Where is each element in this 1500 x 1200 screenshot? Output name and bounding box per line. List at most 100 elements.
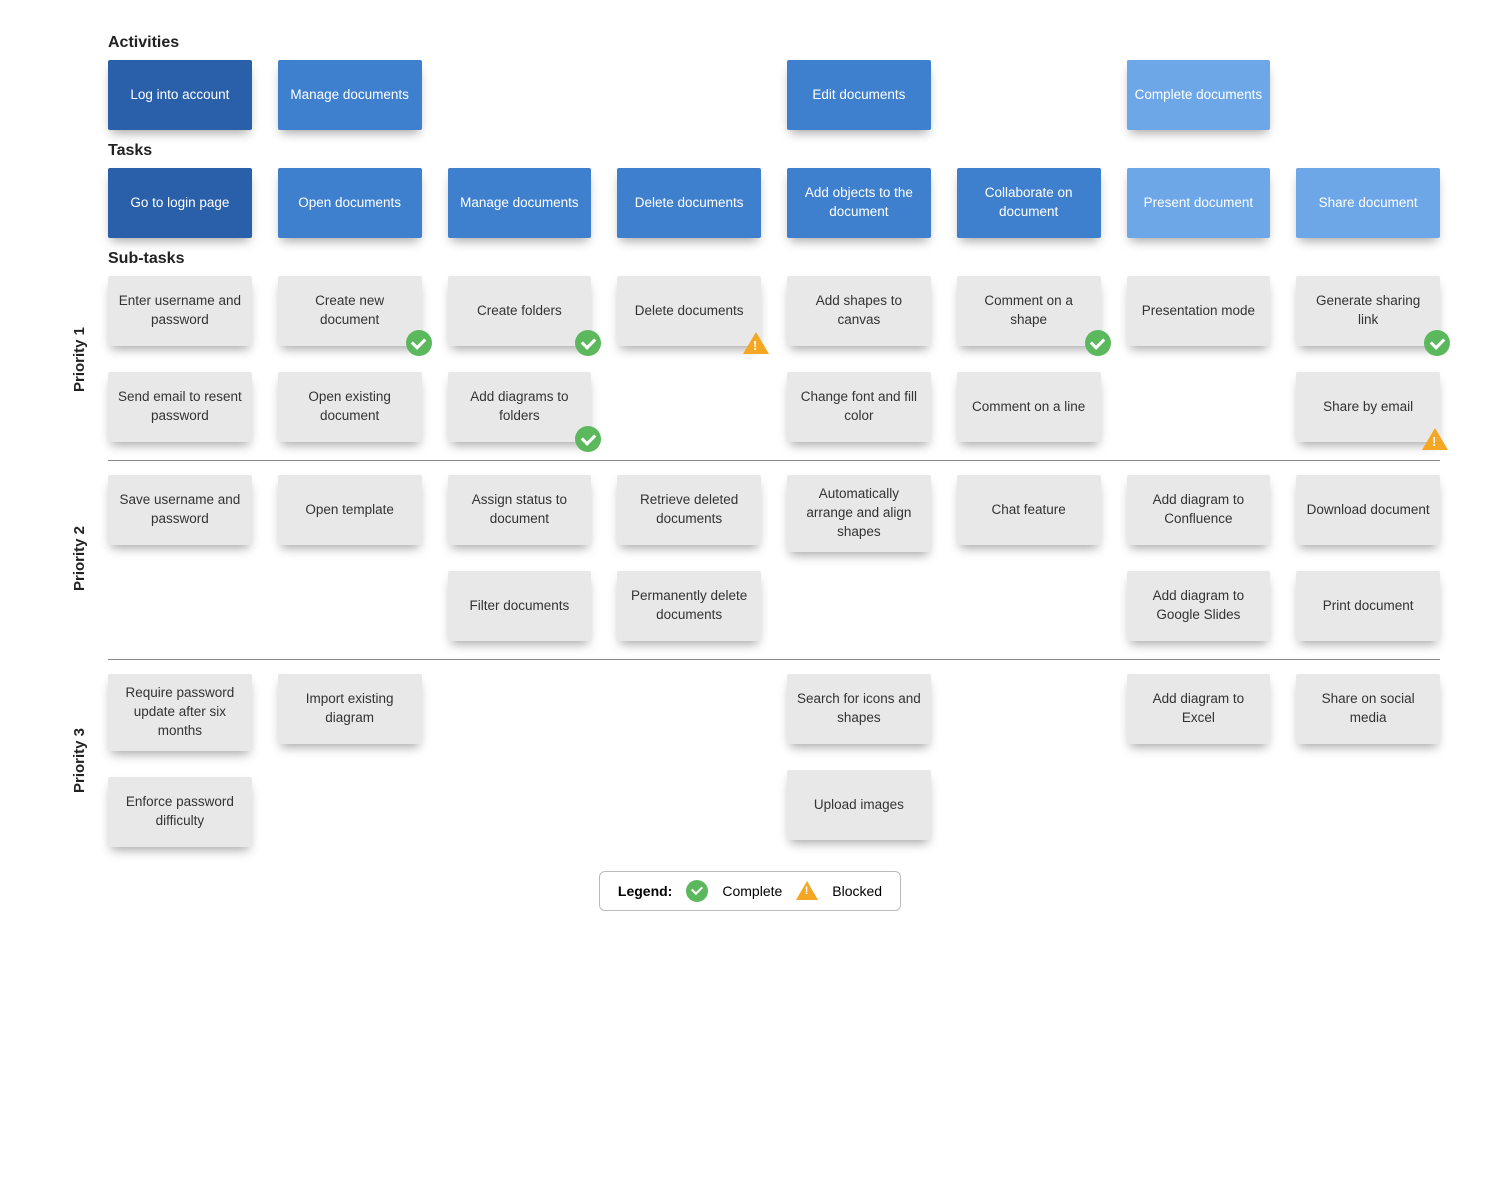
story-card[interactable]: Retrieve deleted documents <box>617 475 761 545</box>
story-card[interactable]: Go to login page <box>108 168 252 238</box>
card-label: Generate sharing link <box>1304 292 1432 330</box>
card-label: Create folders <box>477 302 562 321</box>
story-card[interactable]: Add diagram to Confluence <box>1127 475 1271 545</box>
card-label: Share document <box>1319 194 1418 213</box>
card-label: Filter documents <box>469 597 569 616</box>
story-card[interactable]: Create new document <box>278 276 422 346</box>
story-card[interactable]: Share document <box>1296 168 1440 238</box>
card-label: Present document <box>1144 194 1254 213</box>
priority-label: Priority 3 <box>72 728 89 793</box>
story-card[interactable]: Enter username and password <box>108 276 252 346</box>
story-card[interactable]: Search for icons and shapes <box>787 674 931 744</box>
check-icon <box>575 426 601 452</box>
priority-label: Priority 1 <box>72 326 89 391</box>
story-card[interactable]: Manage documents <box>448 168 592 238</box>
story-card[interactable]: Filter documents <box>448 571 592 641</box>
card-label: Open documents <box>298 194 401 213</box>
story-card[interactable]: Share on social media <box>1296 674 1440 744</box>
story-card[interactable]: Add diagram to Excel <box>1127 674 1271 744</box>
story-card[interactable]: Presentation mode <box>1127 276 1271 346</box>
card-label: Enter username and password <box>116 292 244 330</box>
card-label: Add diagram to Google Slides <box>1135 587 1263 625</box>
story-card[interactable]: Share by email <box>1296 372 1440 442</box>
subtasks-heading: Sub-tasks <box>108 250 1440 268</box>
activities-row: Log into account Manage documents Edit doc… <box>60 60 1440 130</box>
card-label: Add diagram to Confluence <box>1135 491 1263 529</box>
priority-divider <box>108 659 1440 660</box>
story-card[interactable]: Print document <box>1296 571 1440 641</box>
activities-heading: Activities <box>108 34 1440 52</box>
story-card[interactable]: Add objects to the document <box>787 168 931 238</box>
card-label: Add objects to the document <box>795 184 923 222</box>
story-card[interactable]: Delete documents <box>617 168 761 238</box>
check-icon <box>575 330 601 356</box>
card-label: Download document <box>1307 501 1430 520</box>
card-label: Share on social media <box>1304 690 1432 728</box>
card-label: Change font and fill color <box>795 388 923 426</box>
story-card[interactable]: Open documents <box>278 168 422 238</box>
story-card[interactable]: Download document <box>1296 475 1440 545</box>
card-label: Add diagram to Excel <box>1135 690 1263 728</box>
story-card[interactable]: Open template <box>278 475 422 545</box>
card-label: Complete documents <box>1135 86 1263 105</box>
card-label: Upload images <box>814 796 904 815</box>
story-card[interactable]: Add diagram to Google Slides <box>1127 571 1271 641</box>
story-card[interactable]: Permanently delete documents <box>617 571 761 641</box>
story-card[interactable]: Send email to resent password <box>108 372 252 442</box>
story-card[interactable]: Change font and fill color <box>787 372 931 442</box>
card-label: Log into account <box>130 86 229 105</box>
priority-row: Priority 1 Enter username and password Sen… <box>60 276 1440 442</box>
card-label: Import existing diagram <box>286 690 414 728</box>
story-card[interactable]: Upload images <box>787 770 931 840</box>
card-label: Assign status to document <box>456 491 584 529</box>
priority-row: Priority 2 Save username and password Open… <box>60 475 1440 641</box>
story-card[interactable]: Generate sharing link <box>1296 276 1440 346</box>
card-label: Print document <box>1323 597 1414 616</box>
story-card[interactable]: Add shapes to canvas <box>787 276 931 346</box>
story-card[interactable]: Log into account <box>108 60 252 130</box>
story-card[interactable]: Collaborate on document <box>957 168 1101 238</box>
card-label: Require password update after six months <box>116 684 244 741</box>
check-icon <box>1085 330 1111 356</box>
card-label: Presentation mode <box>1142 302 1255 321</box>
card-label: Comment on a line <box>972 398 1085 417</box>
tasks-row: Go to login page Open documents Manage doc… <box>60 168 1440 238</box>
card-label: Automatically arrange and align shapes <box>795 485 923 542</box>
story-card[interactable]: Comment on a shape <box>957 276 1101 346</box>
story-card[interactable]: Manage documents <box>278 60 422 130</box>
story-card[interactable]: Assign status to document <box>448 475 592 545</box>
story-card[interactable]: Edit documents <box>787 60 931 130</box>
story-card[interactable]: Automatically arrange and align shapes <box>787 475 931 552</box>
card-label: Save username and password <box>116 491 244 529</box>
card-label: Send email to resent password <box>116 388 244 426</box>
card-label: Go to login page <box>130 194 229 213</box>
card-label: Edit documents <box>812 86 905 105</box>
story-card[interactable]: Present document <box>1127 168 1271 238</box>
card-label: Retrieve deleted documents <box>625 491 753 529</box>
card-label: Delete documents <box>635 194 744 213</box>
card-label: Share by email <box>1323 398 1413 417</box>
story-card[interactable]: Delete documents <box>617 276 761 346</box>
story-card[interactable]: Require password update after six months <box>108 674 252 751</box>
priority-label: Priority 2 <box>72 525 89 590</box>
card-label: Add diagrams to folders <box>456 388 584 426</box>
legend-title: Legend: <box>618 883 672 899</box>
warning-icon <box>743 332 769 354</box>
story-card[interactable]: Open existing document <box>278 372 422 442</box>
legend-complete-label: Complete <box>722 883 782 899</box>
check-icon <box>1424 330 1450 356</box>
story-card[interactable]: Import existing diagram <box>278 674 422 744</box>
story-card[interactable]: Comment on a line <box>957 372 1101 442</box>
card-label: Manage documents <box>290 86 409 105</box>
story-card[interactable]: Save username and password <box>108 475 252 545</box>
story-card[interactable]: Create folders <box>448 276 592 346</box>
card-label: Open template <box>305 501 394 520</box>
card-label: Delete documents <box>635 302 744 321</box>
story-card[interactable]: Complete documents <box>1127 60 1271 130</box>
card-label: Comment on a shape <box>965 292 1093 330</box>
story-card[interactable]: Add diagrams to folders <box>448 372 592 442</box>
card-label: Create new document <box>286 292 414 330</box>
story-card[interactable]: Chat feature <box>957 475 1101 545</box>
story-card[interactable]: Enforce password difficulty <box>108 777 252 847</box>
card-label: Open existing document <box>286 388 414 426</box>
